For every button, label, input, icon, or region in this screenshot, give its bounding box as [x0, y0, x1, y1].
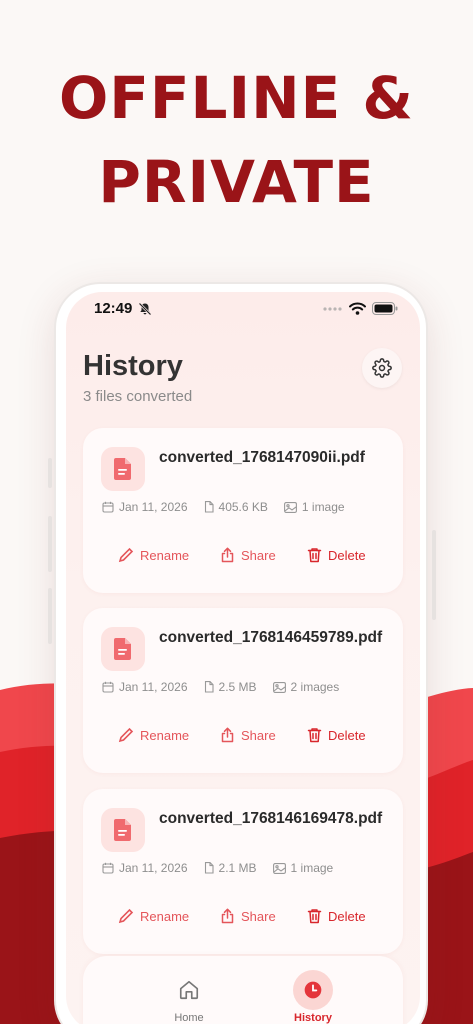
battery-icon [372, 302, 398, 315]
file-name: converted_1768146459789.pdf [159, 629, 383, 646]
headline-line-1: OFFLINE & [58, 64, 415, 132]
file-meta: Jan 11, 2026 2.5 MB 2 images [102, 680, 355, 694]
status-bar: 12:49 [66, 292, 420, 328]
share-label: Share [241, 908, 276, 924]
file-date-text: Jan 11, 2026 [119, 680, 188, 694]
share-button[interactable]: Share [220, 547, 276, 563]
document-icon [101, 447, 145, 491]
file-actions: Rename Share Delete [83, 908, 403, 932]
delete-button[interactable]: Delete [307, 727, 366, 743]
share-button[interactable]: Share [220, 727, 276, 743]
file-icon [204, 501, 214, 513]
signal-dots-icon [323, 306, 342, 311]
trash-icon [307, 909, 322, 924]
calendar-icon [102, 862, 114, 874]
file-date-text: Jan 11, 2026 [119, 500, 188, 514]
delete-button[interactable]: Delete [307, 908, 366, 924]
app-screen: 12:49 History 3 files converted converte… [66, 292, 420, 1024]
file-images: 1 image [283, 500, 345, 514]
phone-side-button [48, 458, 52, 488]
rename-button[interactable]: Rename [118, 547, 189, 563]
file-meta: Jan 11, 2026 2.1 MB 1 image [102, 861, 349, 875]
status-indicators [323, 302, 398, 315]
file-size-text: 2.5 MB [218, 680, 257, 694]
pencil-icon [118, 727, 134, 743]
pencil-icon [118, 547, 134, 563]
file-icon [204, 681, 214, 693]
phone-power-button [432, 530, 436, 620]
file-date: Jan 11, 2026 [102, 500, 188, 514]
file-date: Jan 11, 2026 [102, 861, 188, 875]
wifi-icon [349, 302, 366, 315]
tab-history[interactable]: History [273, 956, 353, 1024]
rename-button[interactable]: Rename [118, 908, 189, 924]
share-label: Share [241, 547, 276, 563]
image-icon [272, 681, 286, 693]
page-subtitle: 3 files converted [83, 388, 193, 405]
bottom-tab-bar: Home History [83, 956, 403, 1024]
rename-label: Rename [140, 908, 190, 924]
share-icon [221, 547, 234, 563]
file-size: 2.1 MB [204, 861, 257, 875]
file-card[interactable]: converted_1768146169478.pdf Jan 11, 2026… [83, 789, 403, 954]
file-images-text: 1 image [301, 500, 345, 514]
file-images: 1 image [272, 861, 334, 875]
rename-label: Rename [140, 547, 190, 563]
document-icon [101, 627, 145, 671]
file-card[interactable]: converted_1768147090ii.pdf Jan 11, 2026 … [83, 428, 403, 593]
trash-icon [307, 728, 322, 743]
rename-button[interactable]: Rename [118, 727, 189, 743]
document-icon [101, 808, 145, 852]
clock-icon [293, 970, 333, 1010]
home-icon [169, 970, 209, 1010]
file-size-text: 2.1 MB [218, 861, 257, 875]
share-button[interactable]: Share [220, 908, 276, 924]
phone-volume-up [48, 516, 52, 572]
image-icon [272, 862, 286, 874]
file-size: 2.5 MB [204, 680, 257, 694]
file-images-text: 2 images [290, 680, 340, 694]
share-icon [221, 908, 234, 924]
delete-label: Delete [328, 547, 366, 563]
file-card[interactable]: converted_1768146459789.pdf Jan 11, 2026… [83, 608, 403, 773]
file-images: 2 images [272, 680, 340, 694]
headline-line-2: PRIVATE [98, 148, 375, 216]
file-actions: Rename Share Delete [83, 547, 403, 571]
gear-icon [372, 358, 392, 378]
tab-home-label: Home [174, 1012, 204, 1024]
trash-icon [307, 548, 322, 563]
status-time: 12:49 [94, 300, 133, 317]
file-date: Jan 11, 2026 [102, 680, 188, 694]
calendar-icon [102, 681, 114, 693]
rename-label: Rename [140, 727, 190, 743]
file-size: 405.6 KB [204, 500, 268, 514]
share-icon [221, 727, 234, 743]
pencil-icon [118, 908, 134, 924]
file-name: converted_1768146169478.pdf [159, 810, 383, 827]
page-title: History [83, 350, 183, 382]
delete-label: Delete [328, 727, 366, 743]
file-meta: Jan 11, 2026 405.6 KB 1 image [102, 500, 361, 514]
image-icon [283, 501, 297, 513]
file-size-text: 405.6 KB [218, 500, 268, 514]
file-images-text: 1 image [290, 861, 334, 875]
file-name: converted_1768147090ii.pdf [159, 449, 365, 466]
file-icon [204, 862, 214, 874]
settings-button[interactable] [362, 348, 402, 388]
delete-button[interactable]: Delete [307, 547, 366, 563]
calendar-icon [102, 501, 114, 513]
tab-home[interactable]: Home [149, 956, 229, 1024]
delete-label: Delete [328, 908, 366, 924]
bell-slash-icon [138, 302, 152, 316]
file-actions: Rename Share Delete [83, 727, 403, 751]
tab-history-label: History [294, 1012, 332, 1024]
share-label: Share [241, 727, 276, 743]
phone-volume-down [48, 588, 52, 644]
file-date-text: Jan 11, 2026 [119, 861, 188, 875]
